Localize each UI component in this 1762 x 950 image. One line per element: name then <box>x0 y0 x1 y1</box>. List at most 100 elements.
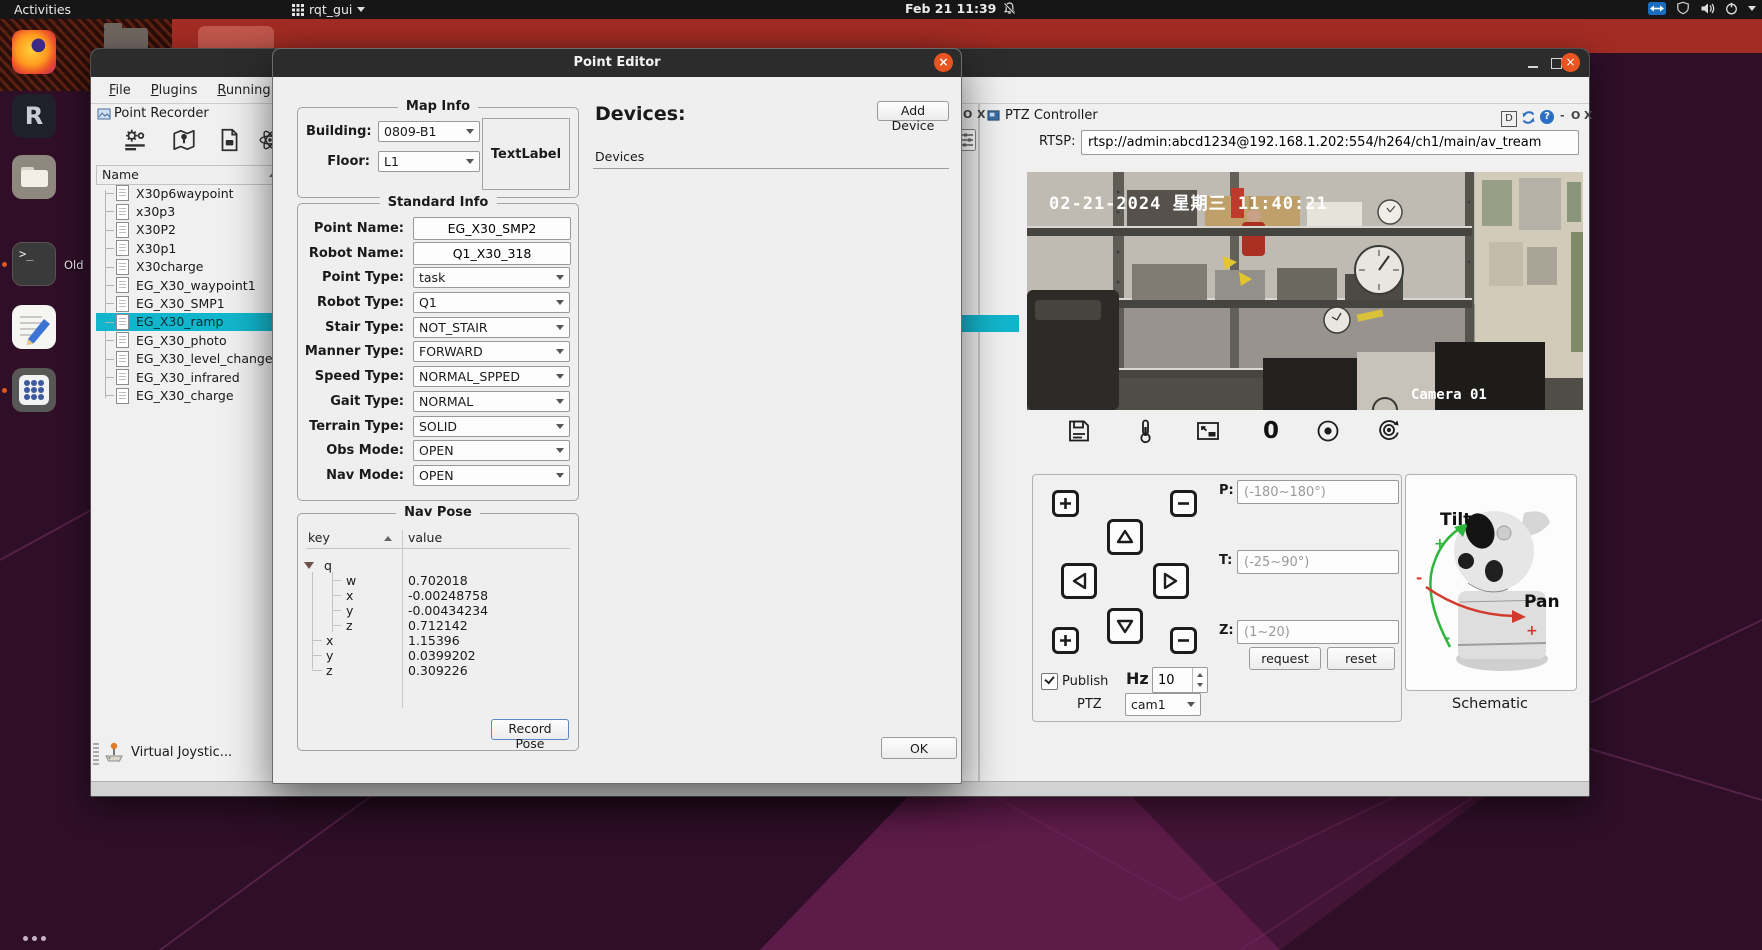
robot-type-select[interactable]: Q1 <box>413 292 570 313</box>
record-pose-button[interactable]: Record Pose <box>491 719 569 740</box>
app-menu[interactable]: rqt_gui <box>292 0 365 19</box>
refresh-icon[interactable] <box>1521 110 1536 125</box>
speed-type-select[interactable]: NORMAL_SPPED <box>413 366 570 387</box>
tree-item[interactable]: EG_X30_charge <box>96 386 274 404</box>
tree-item-selected[interactable]: EG_X30_ramp <box>96 313 274 331</box>
pan-right-button[interactable] <box>1153 563 1189 599</box>
tree-item[interactable]: EG_X30_waypoint1 <box>96 276 274 294</box>
tree-column-header[interactable]: Name <box>96 165 283 185</box>
zero-counter[interactable]: 0 <box>1258 418 1284 444</box>
record-icon[interactable] <box>1315 418 1341 444</box>
terminal-icon[interactable]: >_ <box>12 242 56 286</box>
nav-pose-row[interactable]: z0.309226 <box>306 663 570 678</box>
system-tray[interactable] <box>1648 1 1756 15</box>
zoom-input[interactable] <box>1237 620 1399 644</box>
nav-pose-row[interactable]: w0.702018 <box>306 573 570 588</box>
camera-rotate-icon[interactable] <box>1376 418 1402 444</box>
standard-info-group: Standard Info Point Name: Robot Name: Po… <box>297 203 579 501</box>
hz-input[interactable] <box>1153 668 1192 692</box>
point-type-select[interactable]: task <box>413 267 570 288</box>
expander-icon[interactable] <box>304 562 314 569</box>
request-button[interactable]: request <box>1249 647 1321 670</box>
snapshot-save-icon[interactable] <box>1066 418 1092 444</box>
app-grid-button[interactable] <box>12 368 56 412</box>
hz-spinbox[interactable] <box>1152 667 1208 693</box>
floor-select[interactable]: L1 <box>378 151 480 172</box>
zoom-in-button[interactable] <box>1052 490 1079 517</box>
tree-item[interactable]: EG_X30_photo <box>96 331 274 349</box>
tilt-down-button[interactable] <box>1107 608 1143 644</box>
menu-file[interactable]: File <box>99 83 141 98</box>
map-pin-icon[interactable] <box>171 127 197 153</box>
firefox-icon[interactable] <box>12 30 56 74</box>
save-file-icon[interactable] <box>216 127 242 153</box>
camera-select[interactable]: cam1 <box>1125 693 1201 716</box>
settings-icon[interactable] <box>122 127 148 153</box>
close-icon[interactable]: × <box>1561 53 1580 72</box>
text-editor-icon[interactable] <box>12 305 56 349</box>
robot-name-input[interactable] <box>413 242 571 265</box>
thermometer-icon[interactable] <box>1132 418 1158 444</box>
tree-item[interactable]: EG_X30_SMP1 <box>96 294 274 312</box>
pan-left-button[interactable] <box>1061 563 1097 599</box>
tree-item[interactable]: X30P2 <box>96 221 274 239</box>
tilt-input[interactable] <box>1237 550 1399 574</box>
spinner-arrows[interactable] <box>1192 668 1207 692</box>
activities-button[interactable]: Activities <box>0 2 85 17</box>
nav-pose-row[interactable]: x1.15396 <box>306 633 570 648</box>
panel-splitter[interactable] <box>978 103 980 781</box>
tree-item[interactable]: x30p3 <box>96 202 274 220</box>
stair-type-select[interactable]: NOT_STAIR <box>413 317 570 338</box>
terrain-type-select[interactable]: SOLID <box>413 416 570 437</box>
virtual-joystick-item[interactable]: Virtual Joystic... <box>103 741 232 763</box>
document-icon <box>116 369 129 385</box>
obs-mode-select[interactable]: OPEN <box>413 440 570 461</box>
add-device-button[interactable]: Add Device <box>877 101 949 121</box>
chevron-down-icon <box>357 7 365 12</box>
pan-input[interactable] <box>1237 480 1399 504</box>
manner-type-select[interactable]: FORWARD <box>413 341 570 362</box>
help-button[interactable]: ? <box>1540 110 1554 124</box>
tilt-minus: - <box>1444 629 1450 647</box>
menu-plugins[interactable]: Plugins <box>141 83 208 98</box>
clock[interactable]: Feb 21 11:39 <box>905 1 1016 16</box>
tilt-up-button[interactable] <box>1107 519 1143 555</box>
nav-pose-row[interactable]: y-0.00434234 <box>306 603 570 618</box>
pip-resize-icon[interactable] <box>1195 418 1221 444</box>
dialog-titlebar[interactable]: Point Editor × <box>273 49 961 77</box>
gait-type-select[interactable]: NORMAL <box>413 391 570 412</box>
files-icon[interactable] <box>12 155 56 199</box>
publish-checkbox[interactable] <box>1041 673 1058 690</box>
zoom-out-button[interactable] <box>1170 490 1197 517</box>
nav-pose-row[interactable]: z0.712142 <box>306 618 570 633</box>
rtsp-input[interactable] <box>1081 130 1579 155</box>
nav-pose-row[interactable]: y0.0399202 <box>306 648 570 663</box>
nav-pose-row[interactable]: x-0.00248758 <box>306 588 570 603</box>
focus-in-button[interactable] <box>1052 627 1079 654</box>
minimize-dock-button[interactable]: - <box>1560 109 1565 122</box>
minimize-icon[interactable] <box>1528 66 1538 68</box>
tree-item[interactable]: X30p6waypoint <box>96 184 274 202</box>
building-select[interactable]: 0809-B1 <box>378 121 480 142</box>
tree-item[interactable]: X30p1 <box>96 239 274 257</box>
drag-handle[interactable] <box>93 743 99 765</box>
tree-item[interactable]: X30charge <box>96 258 274 276</box>
reset-button[interactable]: reset <box>1327 647 1395 670</box>
d-button[interactable]: D <box>1501 111 1517 127</box>
tree-item[interactable]: EG_X30_infrared <box>96 368 274 386</box>
undock-button[interactable]: O <box>1571 109 1580 122</box>
point-name-input[interactable] <box>413 217 571 240</box>
publish-label: Publish <box>1062 674 1108 689</box>
nav-pose-header[interactable]: key value <box>306 530 570 549</box>
close-icon[interactable]: × <box>934 53 953 72</box>
dock-undock-button[interactable]: O <box>963 108 972 121</box>
menu-running[interactable]: Running <box>207 83 280 98</box>
nav-pose-row[interactable]: q <box>306 558 570 573</box>
focus-out-button[interactable] <box>1170 627 1197 654</box>
tilt-plus: + <box>1434 536 1446 552</box>
close-dock-button[interactable]: X <box>1584 109 1592 122</box>
nav-mode-select[interactable]: OPEN <box>413 465 570 486</box>
rviz-icon[interactable]: R <box>12 94 56 138</box>
tree-item[interactable]: EG_X30_level_change_22 <box>96 350 274 368</box>
ok-button[interactable]: OK <box>881 737 957 759</box>
